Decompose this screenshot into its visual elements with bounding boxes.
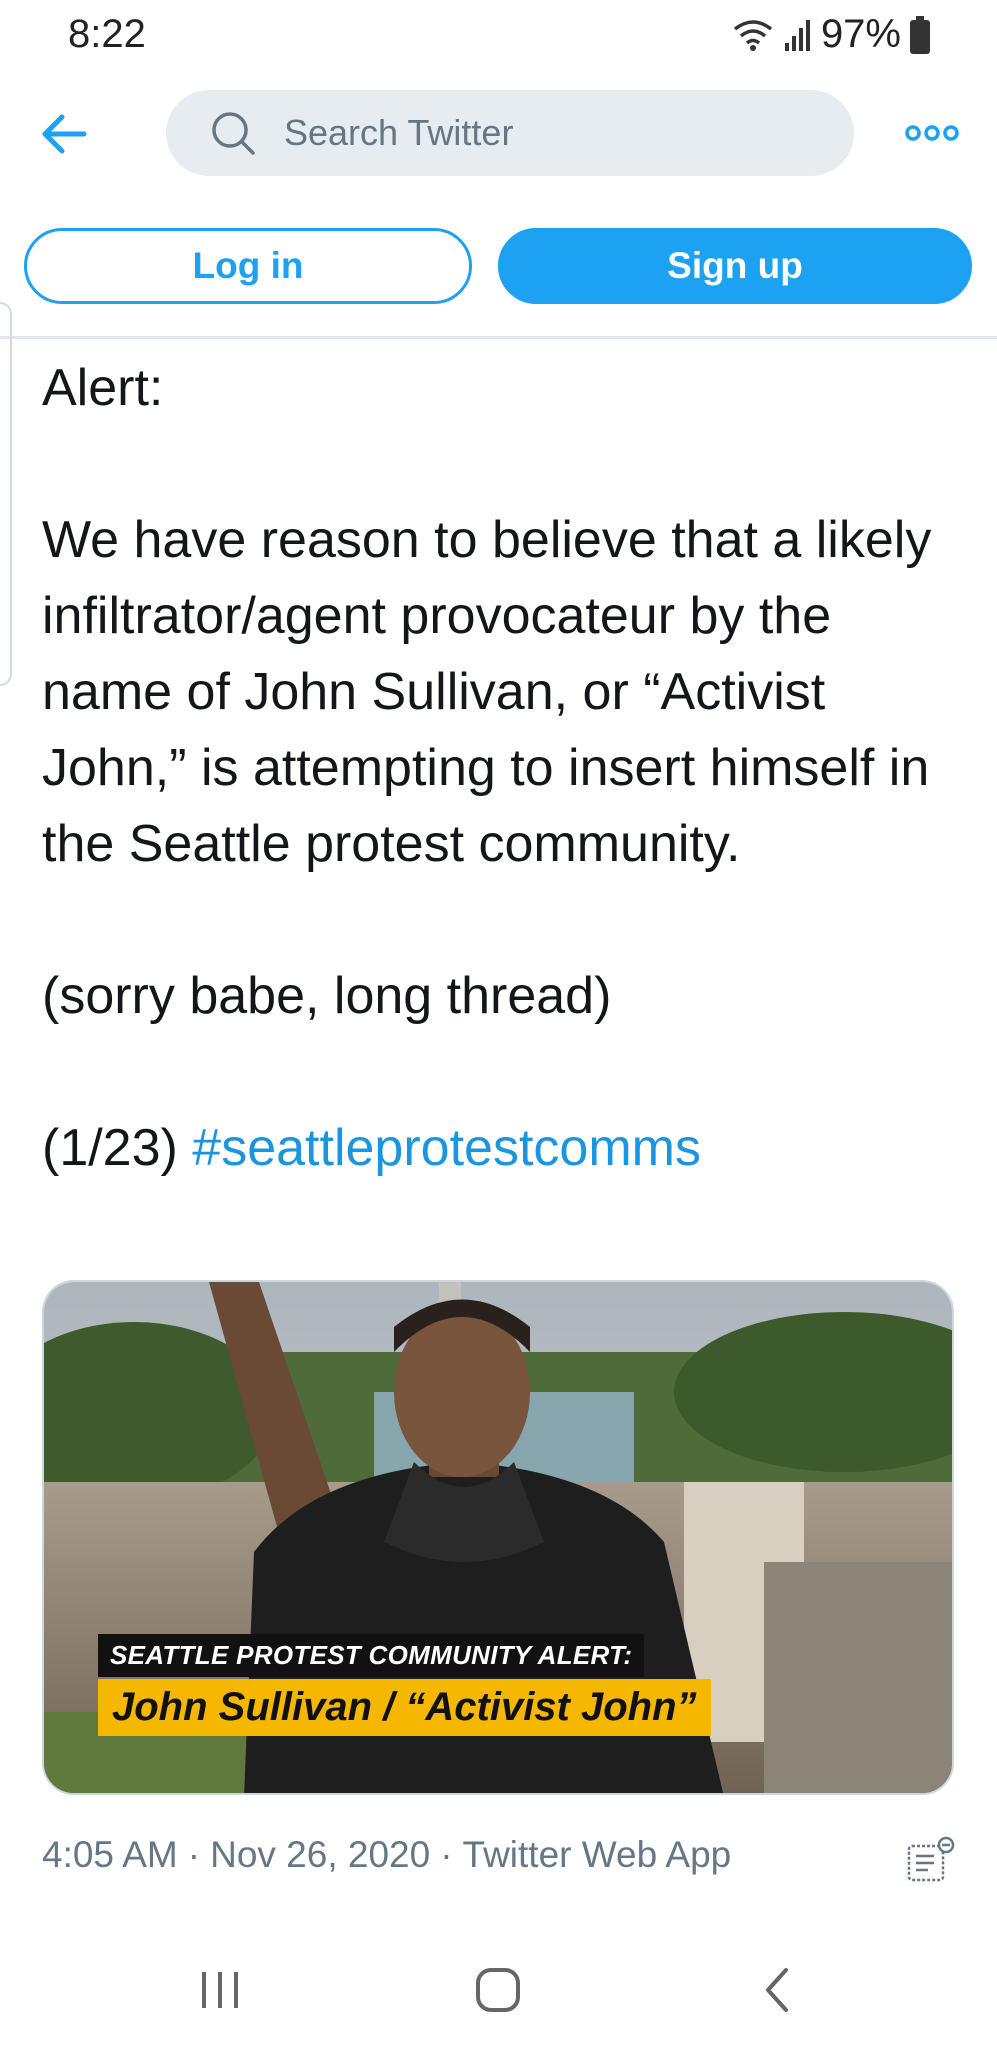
status-time: 8:22	[68, 12, 146, 56]
header-divider	[0, 336, 997, 339]
system-navigation-bar	[0, 1940, 997, 2048]
battery-percent: 97%	[820, 12, 901, 56]
tweet-metadata: 4:05 AM · Nov 26, 2020 · Twitter Web App	[42, 1834, 731, 1876]
search-bar[interactable]	[166, 90, 854, 176]
edge-panel-handle[interactable]	[0, 302, 12, 686]
media-caption: SEATTLE PROTEST COMMUNITY ALERT: John Su…	[98, 1634, 711, 1736]
tweet-alert-line: Alert:	[42, 359, 164, 417]
status-bar: 8:22 97%	[0, 0, 997, 70]
thread-counter: (1/23)	[42, 1119, 178, 1177]
tweet-date[interactable]: Nov 26, 2020	[210, 1834, 430, 1875]
tweet-text: Alert: We have reason to believe that a …	[42, 350, 962, 1186]
top-navigation	[0, 88, 997, 178]
auth-buttons: Log in Sign up	[24, 228, 972, 308]
search-icon	[212, 112, 255, 155]
tweet-time[interactable]: 4:05 AM	[42, 1834, 178, 1875]
signup-button[interactable]: Sign up	[498, 228, 972, 304]
back-icon[interactable]	[748, 1960, 808, 2020]
tweet-aside: (sorry babe, long thread)	[42, 967, 612, 1025]
tweet-analytics-icon[interactable]	[906, 1836, 956, 1884]
separator-dot: ·	[187, 1834, 201, 1875]
tweet-paragraph: We have reason to believe that a likely …	[42, 511, 932, 873]
caption-name-label: John Sullivan / “Activist John”	[98, 1679, 711, 1736]
status-icons: 97%	[731, 12, 931, 57]
more-options-icon[interactable]	[905, 118, 959, 148]
search-input[interactable]	[282, 111, 806, 155]
signal-icon	[784, 19, 810, 51]
hashtag-link[interactable]: #seattleprotestcomms	[192, 1119, 701, 1177]
home-icon[interactable]	[468, 1960, 528, 2020]
battery-icon	[910, 15, 930, 54]
login-button[interactable]: Log in	[24, 228, 472, 304]
back-arrow-icon[interactable]	[38, 108, 90, 160]
wifi-icon	[733, 19, 773, 51]
caption-alert-label: SEATTLE PROTEST COMMUNITY ALERT:	[98, 1634, 645, 1677]
tweet-media-image[interactable]: SEATTLE PROTEST COMMUNITY ALERT: John Su…	[42, 1280, 954, 1795]
tweet-thread-line: (1/23) #seattleprotestcomms	[42, 1110, 962, 1186]
separator-dot: ·	[440, 1834, 453, 1875]
tweet-source[interactable]: Twitter Web App	[463, 1834, 732, 1875]
recent-apps-icon[interactable]	[190, 1960, 250, 2020]
